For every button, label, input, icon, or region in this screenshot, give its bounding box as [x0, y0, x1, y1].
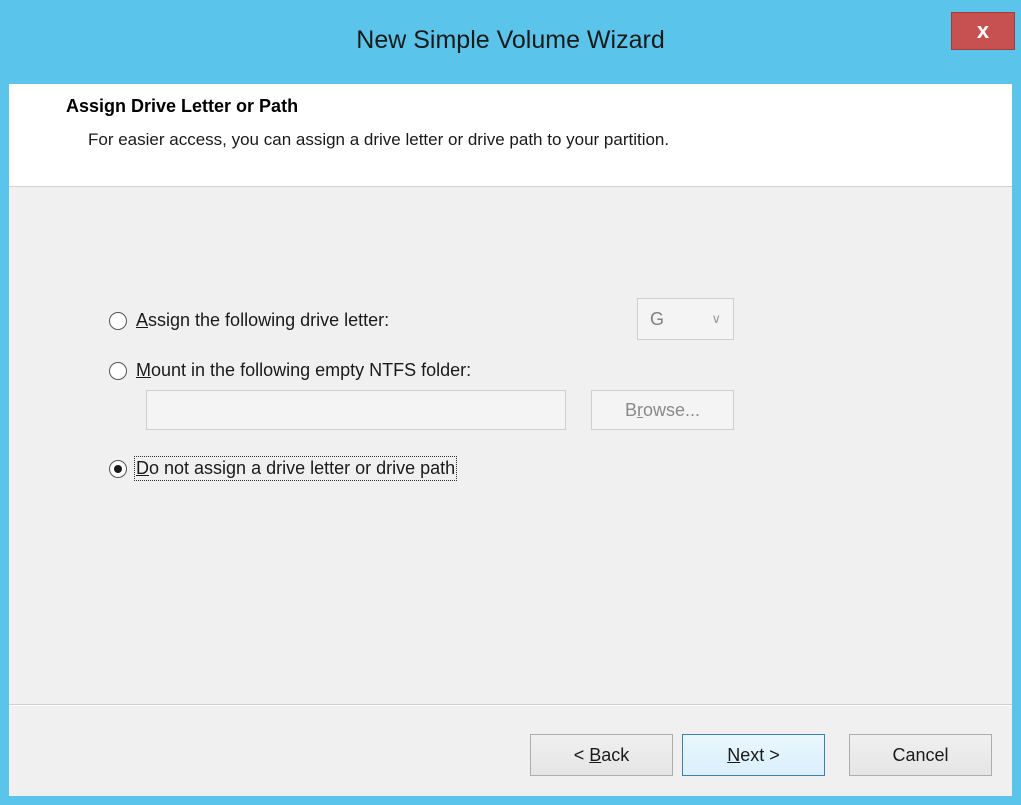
close-button[interactable]: x	[951, 12, 1015, 50]
drive-letter-value: G	[650, 308, 665, 329]
page-subtitle: For easier access, you can assign a driv…	[88, 130, 670, 149]
next-button[interactable]: Next >	[682, 734, 825, 776]
mount-folder-label[interactable]: Mount in the following empty NTFS folder…	[136, 360, 471, 381]
ntfs-folder-path-input[interactable]	[146, 390, 566, 430]
drive-letter-dropdown[interactable]: G ∨	[637, 298, 734, 340]
close-icon: x	[976, 18, 990, 43]
back-button[interactable]: < Back	[530, 734, 673, 776]
cancel-button[interactable]: Cancel	[849, 734, 992, 776]
title-bar[interactable]: New Simple Volume Wizard x	[0, 0, 1021, 84]
no-assign-label[interactable]: Do not assign a drive letter or drive pa…	[133, 456, 458, 481]
no-assign-option[interactable]: Do not assign a drive letter or drive pa…	[109, 456, 458, 481]
page-title: Assign Drive Letter or Path	[66, 96, 299, 116]
chevron-down-icon: ∨	[711, 311, 721, 326]
mount-folder-radio[interactable]	[109, 361, 127, 380]
wizard-window: New Simple Volume Wizard x Assign Drive …	[0, 0, 1021, 805]
wizard-content: Assign Drive Letter or Path For easier a…	[9, 84, 1012, 796]
browse-button[interactable]: Br owse...	[591, 390, 734, 430]
assign-letter-radio[interactable]	[109, 311, 127, 330]
assign-letter-label[interactable]: Assign the following drive letter:	[136, 310, 389, 331]
wizard-header: Assign Drive Letter or Path For easier a…	[9, 84, 1012, 187]
assign-letter-option[interactable]: Assign the following drive letter:	[109, 310, 389, 331]
footer-divider-highlight	[9, 705, 1012, 706]
window-title: New Simple Volume Wizard	[356, 26, 665, 54]
mount-folder-option[interactable]: Mount in the following empty NTFS folder…	[109, 360, 471, 381]
no-assign-radio[interactable]	[109, 459, 127, 478]
